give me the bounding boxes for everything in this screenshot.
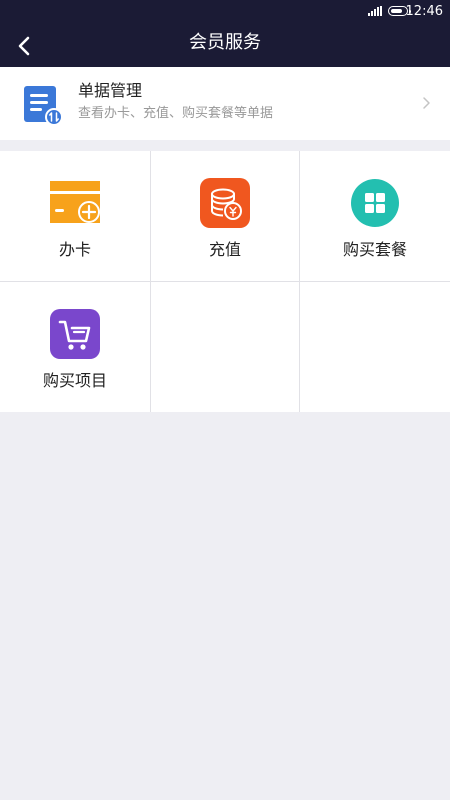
coins-icon — [200, 178, 250, 228]
service-open-card[interactable]: 办卡 — [0, 151, 150, 281]
status-time: 12:46 — [405, 4, 443, 19]
page-title: 会员服务 — [189, 32, 261, 53]
cart-icon — [50, 309, 100, 359]
grid-icon — [351, 179, 399, 227]
service-buy-item[interactable]: 购买项目 — [0, 282, 150, 412]
empty-cell — [300, 282, 450, 412]
back-button[interactable] — [0, 24, 48, 67]
document-management-subtitle: 查看办卡、充值、购买套餐等单据 — [78, 106, 274, 121]
signal-icon — [368, 6, 382, 16]
chevron-left-icon — [18, 36, 30, 55]
service-label: 购买项目 — [42, 371, 107, 390]
card-add-icon — [50, 181, 100, 223]
status-bar: 12:46 — [0, 0, 450, 24]
document-management-title: 单据管理 — [78, 81, 143, 100]
service-recharge[interactable]: 充值 — [150, 151, 300, 281]
app-header: 12:46 会员服务 — [0, 0, 450, 67]
document-management-entry[interactable] — [0, 67, 450, 140]
empty-cell — [150, 282, 300, 412]
service-label: 充值 — [208, 240, 241, 259]
service-label: 办卡 — [58, 240, 91, 259]
service-grid: 办卡 充值 购买套餐 购买项目 — [0, 151, 450, 412]
service-buy-package[interactable]: 购买套餐 — [300, 151, 450, 281]
chevron-right-icon — [423, 97, 430, 109]
document-icon — [24, 86, 63, 126]
service-label: 购买套餐 — [342, 240, 407, 259]
